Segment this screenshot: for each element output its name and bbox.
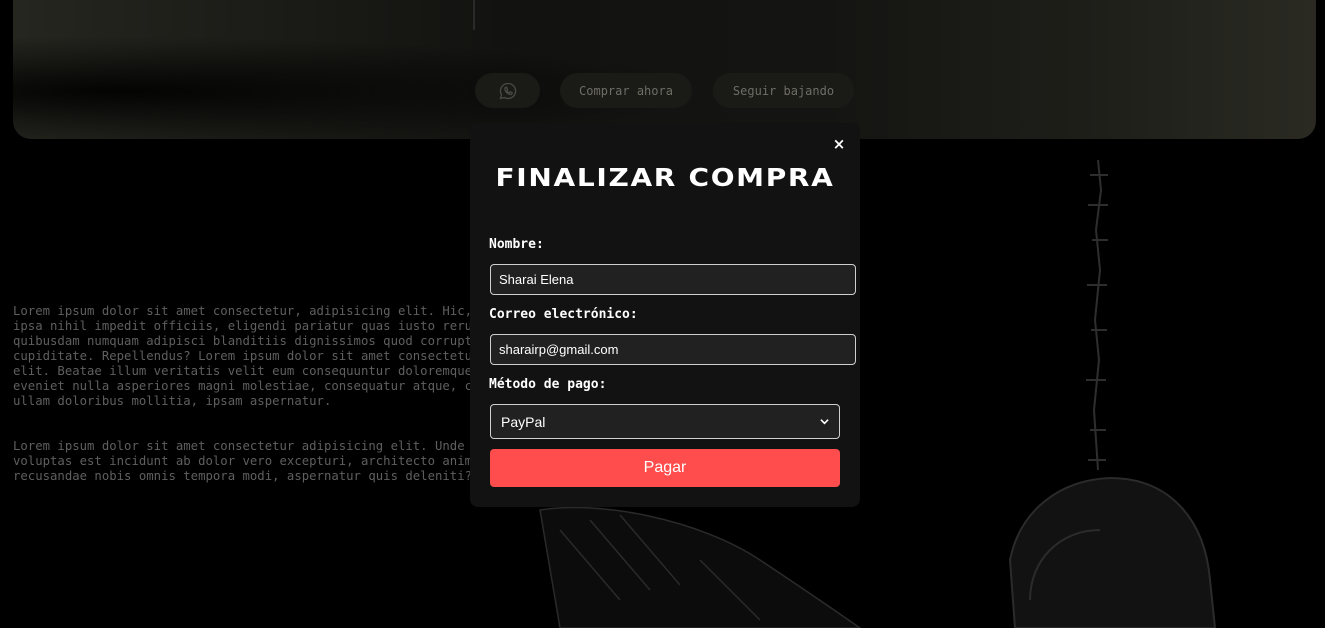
payment-method-select[interactable]: PayPal — [490, 404, 840, 439]
checkout-modal: × FINALIZAR COMPRA Nombre: Correo electr… — [470, 123, 860, 507]
name-field[interactable] — [490, 264, 856, 295]
chevron-down-icon — [820, 419, 829, 425]
helmet-figure — [1008, 476, 1217, 628]
payment-label: Método de pago: — [489, 377, 607, 392]
hanging-chain — [1086, 159, 1108, 471]
modal-title: FINALIZAR COMPRA — [495, 163, 835, 192]
boot-sketch — [539, 506, 862, 628]
email-label: Correo electrónico: — [489, 307, 638, 322]
name-label: Nombre: — [489, 237, 544, 252]
email-field[interactable] — [490, 334, 856, 365]
close-icon[interactable]: × — [831, 135, 847, 153]
pay-button[interactable]: Pagar — [490, 449, 840, 487]
payment-method-value: PayPal — [501, 413, 546, 430]
